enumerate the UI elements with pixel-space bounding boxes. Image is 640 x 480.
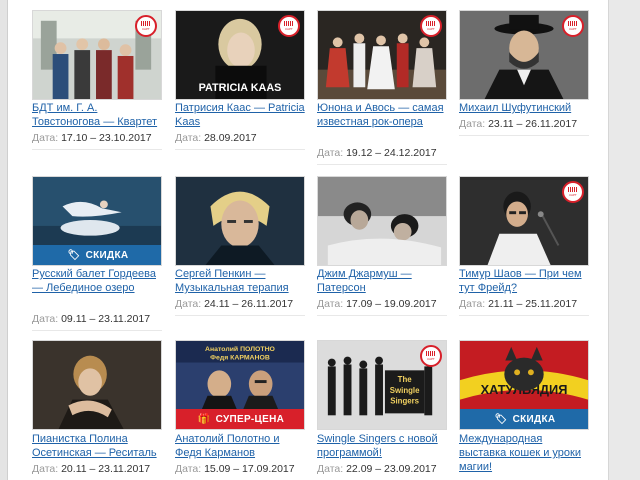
event-date: Дата: 09.11 – 23.11.2017: [32, 313, 151, 325]
tag-icon: 🏷: [67, 249, 81, 261]
event-image[interactable]: КАРТ: [459, 10, 589, 100]
divider: [317, 315, 447, 316]
event-date: Дата: 17.10 – 23.10.2017: [32, 132, 152, 144]
event-image[interactable]: Анатолий ПОЛОТНО Федя КАРМАНОВ 🎁 СУПЕР-ЦЕ…: [175, 340, 305, 430]
ticket-icon: КАРТ: [562, 181, 584, 203]
event-title-link[interactable]: Русский балет Гордеева — Лебединое озеро: [32, 267, 162, 295]
event-date: Дата: 21.11 – 25.11.2017: [459, 298, 578, 310]
event-image[interactable]: The Swingle Singers КАРТ: [317, 340, 447, 430]
divider: [317, 164, 447, 165]
left-edge-bar: [0, 0, 8, 480]
event-title-link[interactable]: Анатолий Полотно и Федя Карманов: [175, 432, 305, 460]
divider: [175, 315, 305, 316]
svg-text:The: The: [398, 375, 413, 384]
event-title-link[interactable]: Патрисия Каас — Patricia Kaas: [175, 101, 305, 129]
event-date: Дата: 24.11 – 26.11.2017: [175, 298, 294, 310]
event-title-link[interactable]: Swingle Singers с новой программой!: [317, 432, 447, 460]
event-date: Дата: 15.09 – 17.09.2017: [175, 463, 295, 475]
event-title-link[interactable]: Юнона и Авось — самая известная рок-опер…: [317, 101, 447, 129]
divider: [459, 135, 589, 136]
event-title-link[interactable]: Тимур Шаов — При чем тут Фрейд?: [459, 267, 589, 295]
svg-text:PATRICIA KAAS: PATRICIA KAAS: [199, 82, 282, 94]
svg-text:Swingle: Swingle: [390, 386, 420, 395]
divider: [32, 149, 162, 150]
ticket-icon: КАРТ: [135, 15, 157, 37]
event-date: Дата: 17.09 – 19.09.2017: [317, 298, 437, 310]
event-image[interactable]: [32, 340, 162, 430]
event-title-link[interactable]: Михаил Шуфутинский: [459, 101, 589, 115]
event-image[interactable]: [317, 176, 447, 266]
svg-text:Федя КАРМАНОВ: Федя КАРМАНОВ: [210, 355, 270, 362]
ticket-icon: КАРТ: [420, 345, 442, 367]
divider: [32, 330, 162, 331]
right-side-panel: [608, 0, 640, 480]
super-price-badge: 🎁 СУПЕР-ЦЕНА: [176, 409, 304, 429]
tag-icon: 🏷: [494, 413, 508, 425]
events-grid: КАРТ БДТ им. Г. А. Товстоногова — Кварте…: [18, 0, 602, 480]
event-image[interactable]: КАРТ: [317, 10, 447, 100]
event-title-link[interactable]: Пианистка Полина Осетинская — Реситаль: [32, 432, 162, 460]
svg-text:Singers: Singers: [390, 397, 419, 406]
event-image[interactable]: ХАТУЛЬЯДИЯ 🏷СКИДКА: [459, 340, 589, 430]
event-image[interactable]: КАРТ: [32, 10, 162, 100]
svg-text:Анатолий ПОЛОТНО: Анатолий ПОЛОТНО: [205, 345, 276, 353]
discount-badge: 🏷 СКИДКА: [460, 409, 588, 429]
event-title-link[interactable]: Международная выставка кошек и уроки маг…: [459, 432, 589, 474]
event-title-link[interactable]: Сергей Пенкин — Музыкальная терапия: [175, 267, 305, 295]
event-date: Дата: 23.11 – 26.11.2017: [459, 118, 578, 130]
ticket-icon: КАРТ: [420, 15, 442, 37]
divider: [175, 149, 305, 150]
event-image[interactable]: 🏷 СКИДКА: [32, 176, 162, 266]
ticket-icon: КАРТ: [278, 15, 300, 37]
divider: [459, 315, 589, 316]
event-date: Дата: 28.09.2017: [175, 132, 257, 144]
gift-icon: 🎁: [197, 413, 211, 425]
event-image[interactable]: PATRICIA KAAS КАРТ: [175, 10, 305, 100]
event-date: Дата: 19.12 – 24.12.2017: [317, 147, 437, 159]
event-title-link[interactable]: БДТ им. Г. А. Товстоногова — Квартет: [32, 101, 162, 129]
event-image[interactable]: КАРТ: [459, 176, 589, 266]
ticket-icon: КАРТ: [562, 15, 584, 37]
event-date: Дата: 20.11 – 23.11.2017: [32, 463, 151, 475]
event-date: Дата: 22.09 – 23.09.2017: [317, 463, 437, 475]
discount-badge: 🏷 СКИДКА: [33, 245, 161, 265]
event-title-link[interactable]: Джим Джармуш — Патерсон: [317, 267, 447, 295]
event-image[interactable]: [175, 176, 305, 266]
